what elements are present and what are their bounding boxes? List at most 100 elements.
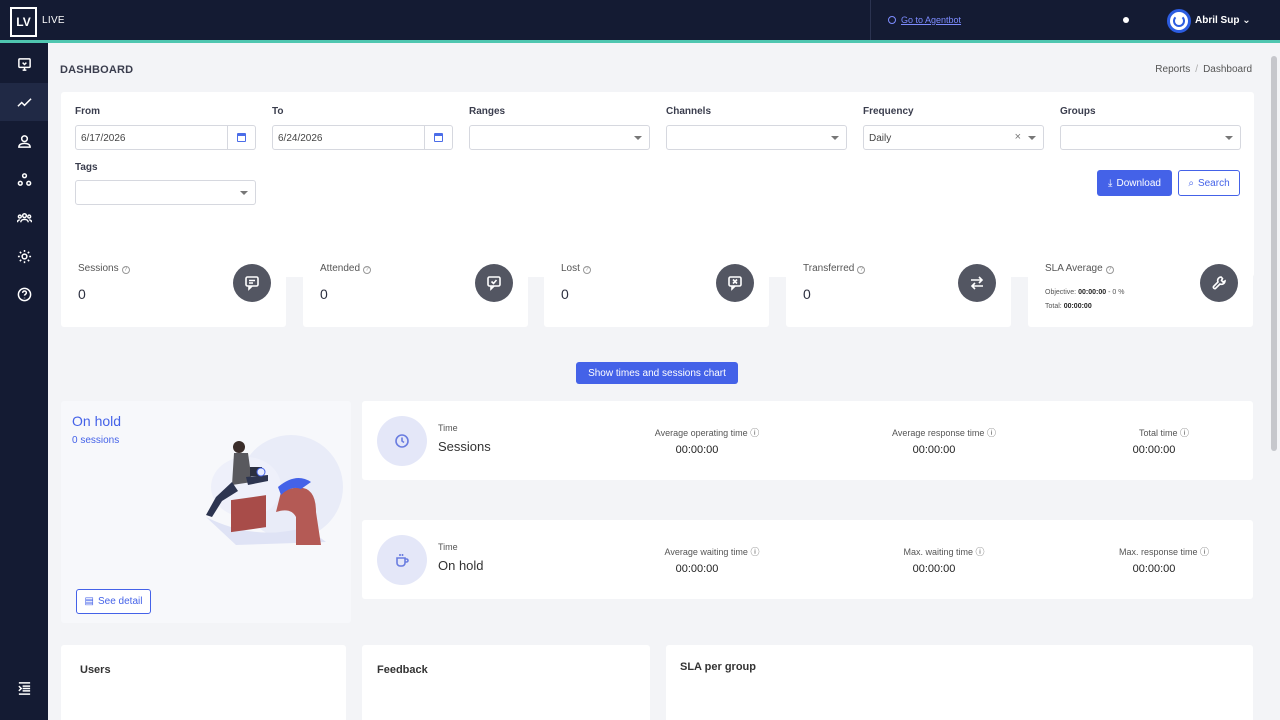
sla-total: Total: 00:00:00 (1045, 303, 1092, 310)
monitor-icon (17, 57, 31, 71)
see-detail-label: See detail (97, 596, 143, 607)
user-name: Abril Sup (1195, 15, 1240, 26)
stat-card-sessions: Sessions? 0 (61, 247, 286, 327)
tags-select[interactable] (75, 180, 256, 205)
scroll-thumb[interactable] (1271, 56, 1277, 451)
show-chart-button[interactable]: Show times and sessions chart (576, 362, 738, 384)
sidebar (0, 43, 48, 720)
trend-icon (16, 97, 32, 107)
info-icon: ? (1105, 266, 1114, 274)
time-onhold-card: Time On hold Average waiting time ⓘ 00:0… (362, 520, 1253, 599)
channels-select[interactable] (666, 125, 847, 150)
sidebar-item-help[interactable] (0, 275, 48, 313)
document-icon: ▤ (84, 596, 94, 607)
see-detail-button[interactable]: ▤ See detail (76, 589, 151, 614)
avatar[interactable] (1167, 9, 1191, 33)
gear-icon (17, 249, 31, 263)
frequency-select[interactable]: Daily × (863, 125, 1044, 150)
agentbot-link[interactable]: Go to Agentbot (888, 15, 961, 25)
channels-label: Channels (666, 106, 712, 117)
sidebar-item-users[interactable] (0, 122, 48, 160)
users-card: Users (61, 645, 346, 720)
sidebar-item-reports[interactable] (0, 83, 48, 121)
groups-select[interactable] (1060, 125, 1241, 150)
calendar-icon (434, 133, 443, 142)
from-calendar-button[interactable] (227, 126, 255, 149)
main-content: DASHBOARD Reports / Dashboard From 6/17/20… (48, 46, 1268, 720)
info-icon: ⓘ (1200, 547, 1210, 557)
coffee-icon (377, 535, 427, 585)
feedback-title: Feedback (377, 664, 428, 676)
to-date-input[interactable]: 6/24/2026 (272, 125, 453, 150)
time-label: Time (438, 542, 458, 552)
max-response-time-value: 00:00:00 (1132, 563, 1176, 575)
ranges-label: Ranges (469, 106, 506, 117)
search-button[interactable]: ⌕ Search (1178, 170, 1240, 196)
breadcrumb-separator: / (1195, 64, 1199, 75)
onhold-sessions[interactable]: 0 sessions (72, 435, 119, 446)
search-icon: ⌕ (1188, 177, 1194, 189)
to-label: To (272, 106, 284, 117)
sidebar-item-settings[interactable] (0, 237, 48, 275)
info-icon: ⓘ (986, 428, 996, 438)
ranges-select[interactable] (469, 125, 650, 150)
transfer-icon (958, 264, 996, 302)
from-label: From (75, 106, 100, 117)
tags-label: Tags (75, 162, 98, 173)
caret-down-icon (240, 191, 248, 195)
feedback-card: Feedback (362, 645, 650, 720)
download-button[interactable]: ⤓ Download (1097, 170, 1172, 196)
wrench-icon (1200, 264, 1238, 302)
avg-waiting-time-value: 00:00:00 (675, 563, 719, 575)
breadcrumb-dashboard: Dashboard (1203, 64, 1252, 75)
caret-down-icon (1028, 136, 1036, 140)
stat-value: 0 (561, 286, 569, 302)
caret-down-icon (831, 136, 839, 140)
sessions-heading: Sessions (438, 439, 491, 454)
from-date-input[interactable]: 6/17/2026 (75, 125, 256, 150)
stat-value: 0 (320, 286, 328, 302)
user-icon (17, 134, 31, 148)
collapse-icon (17, 681, 30, 695)
agentbot-icon (888, 16, 896, 24)
groups-label: Groups (1060, 106, 1096, 117)
clock-icon (377, 416, 427, 466)
download-label: Download (1116, 177, 1161, 189)
onhold-card: On hold 0 sessions ▤ See detail (61, 401, 351, 623)
info-icon: ⓘ (750, 547, 760, 557)
stat-card-transferred: Transferred? 0 (786, 247, 1011, 327)
user-menu[interactable]: Abril Sup ⌄ (1195, 15, 1251, 26)
team-icon (16, 212, 32, 222)
sidebar-item-groups[interactable] (0, 160, 48, 198)
nodes-icon (17, 172, 31, 186)
breadcrumb-reports[interactable]: Reports (1155, 64, 1190, 75)
stat-value: 0 (803, 286, 811, 302)
sidebar-item-monitor[interactable] (0, 45, 48, 83)
breadcrumb: Reports / Dashboard (1155, 64, 1252, 75)
clear-icon[interactable]: × (1015, 131, 1021, 143)
sidebar-item-teams[interactable] (0, 198, 48, 236)
info-icon: ? (363, 266, 372, 274)
logo[interactable]: LV (10, 7, 37, 37)
page-title: DASHBOARD (60, 64, 134, 76)
info-icon: ⓘ (975, 547, 985, 557)
status-dot (1123, 17, 1129, 23)
avg-operating-time-value: 00:00:00 (675, 444, 719, 456)
sla-per-group-title: SLA per group (680, 661, 756, 673)
caret-down-icon (1225, 136, 1233, 140)
max-response-time-label: Max. response time ⓘ (1118, 547, 1210, 557)
onhold-title: On hold (72, 413, 122, 429)
to-calendar-button[interactable] (424, 126, 452, 149)
max-waiting-time-value: 00:00:00 (912, 563, 956, 575)
frequency-label: Frequency (863, 106, 914, 117)
calendar-icon (237, 133, 246, 142)
info-icon: ? (582, 266, 591, 274)
stat-label: Lost? (561, 263, 591, 274)
stat-card-attended: Attended? 0 (303, 247, 528, 327)
scrollbar[interactable] (1268, 46, 1280, 720)
info-icon: ⓘ (750, 428, 760, 438)
app-name: LIVE (42, 15, 65, 26)
sidebar-collapse[interactable] (0, 669, 48, 707)
frequency-value: Daily (869, 133, 892, 144)
sla-per-group-card: SLA per group (666, 645, 1253, 720)
